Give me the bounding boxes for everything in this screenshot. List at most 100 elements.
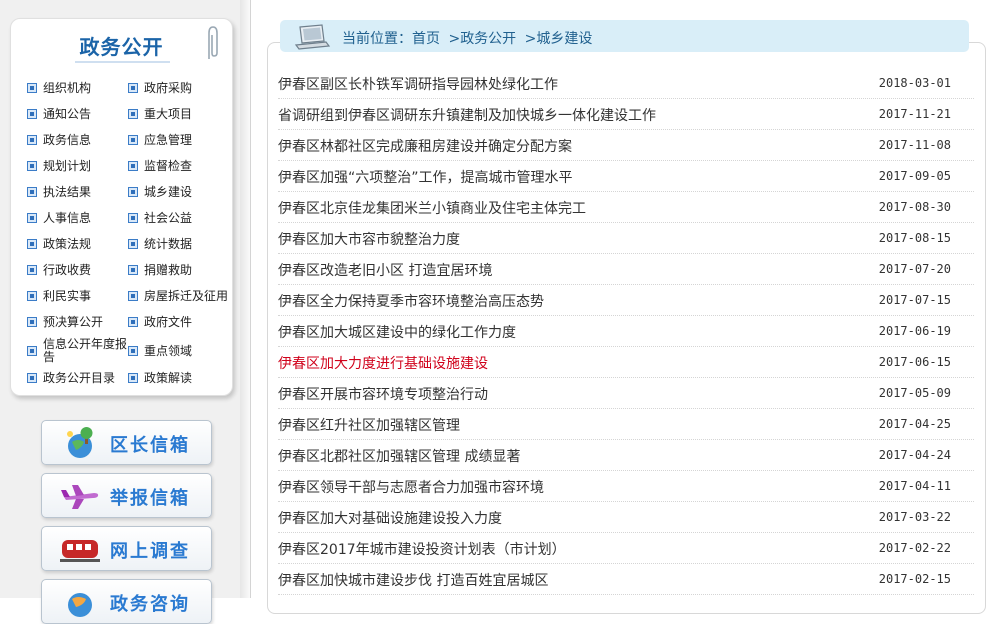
news-title[interactable]: 伊春区加大城区建设中的绿化工作力度 bbox=[278, 322, 516, 342]
sidebar-item-supervision[interactable]: 监督检查 bbox=[128, 156, 192, 176]
sidebar-item-emergency[interactable]: 应急管理 bbox=[128, 130, 192, 150]
list-item[interactable]: 伊春区加强“六项整治”工作，提高城市管理水平 2017-09-05 bbox=[278, 160, 974, 192]
report-mailbox-button[interactable]: 举报信箱 bbox=[41, 473, 212, 518]
square-bullet-icon bbox=[27, 291, 37, 301]
sidebar-item-annual-report[interactable]: 信息公开年度报告 bbox=[27, 338, 129, 364]
sidebar-item-gov-documents[interactable]: 政府文件 bbox=[128, 312, 192, 332]
square-bullet-icon bbox=[27, 83, 37, 93]
mayor-mailbox-button[interactable]: 区长信箱 bbox=[41, 420, 212, 465]
list-item[interactable]: 伊春区红升社区加强辖区管理 2017-04-25 bbox=[278, 408, 974, 440]
news-title[interactable]: 伊春区加大市容市貌整治力度 bbox=[278, 229, 460, 249]
news-title[interactable]: 伊春区改造老旧小区 打造宜居环境 bbox=[278, 260, 492, 280]
sidebar-item-key-areas[interactable]: 重点领域 bbox=[128, 341, 192, 361]
square-bullet-icon bbox=[128, 213, 138, 223]
news-title[interactable]: 伊春区领导干部与志愿者合力加强市容环境 bbox=[278, 477, 544, 497]
sidebar-item-gov-info[interactable]: 政务信息 bbox=[27, 130, 91, 150]
breadcrumb-gov-affairs[interactable]: 政务公开 bbox=[460, 28, 516, 48]
news-title[interactable]: 伊春区北京佳龙集团米兰小镇商业及住宅主体完工 bbox=[278, 198, 586, 218]
news-title[interactable]: 伊春区全力保持夏季市容环境整治高压态势 bbox=[278, 291, 544, 311]
news-title[interactable]: 省调研组到伊春区调研东升镇建制及加快城乡一体化建设工作 bbox=[278, 105, 656, 125]
sidebar-item-fees[interactable]: 行政收费 bbox=[27, 260, 91, 280]
list-item[interactable]: 伊春区副区长朴铁军调研指导园林处绿化工作 2018-03-01 bbox=[278, 67, 974, 99]
square-bullet-icon bbox=[128, 317, 138, 327]
square-bullet-icon bbox=[128, 161, 138, 171]
sidebar-item-major-projects[interactable]: 重大项目 bbox=[128, 104, 192, 124]
button-label: 政务咨询 bbox=[110, 594, 190, 615]
sidebar-item-enforcement[interactable]: 执法结果 bbox=[27, 182, 91, 202]
sidebar-item-statistics[interactable]: 统计数据 bbox=[128, 234, 192, 254]
breadcrumb-home[interactable]: 首页 bbox=[412, 28, 440, 48]
airplane-icon bbox=[61, 485, 99, 509]
sidebar-item-livelihood[interactable]: 利民实事 bbox=[27, 286, 91, 306]
globe-tree-icon bbox=[67, 427, 93, 458]
sidebar-item-notices[interactable]: 通知公告 bbox=[27, 104, 91, 124]
sidebar-item-urban-rural[interactable]: 城乡建设 bbox=[128, 182, 192, 202]
list-item[interactable]: 伊春区开展市容环境专项整治行动 2017-05-09 bbox=[278, 377, 974, 409]
news-date: 2017-04-25 bbox=[878, 417, 951, 431]
news-title[interactable]: 伊春区副区长朴铁军调研指导园林处绿化工作 bbox=[278, 74, 558, 94]
list-item[interactable]: 伊春区改造老旧小区 打造宜居环境 2017-07-20 bbox=[278, 253, 974, 285]
list-item[interactable]: 伊春区北京佳龙集团米兰小镇商业及住宅主体完工 2017-08-30 bbox=[278, 191, 974, 223]
news-title[interactable]: 伊春区加大力度进行基础设施建设 bbox=[278, 353, 488, 373]
list-item[interactable]: 伊春区北郡社区加强辖区管理 成绩显著 2017-04-24 bbox=[278, 439, 974, 471]
square-bullet-icon bbox=[27, 239, 37, 249]
square-bullet-icon bbox=[128, 373, 138, 383]
button-label: 网上调查 bbox=[110, 541, 190, 562]
sidebar-item-demolition[interactable]: 房屋拆迁及征用 bbox=[128, 286, 228, 306]
train-icon bbox=[60, 540, 100, 562]
list-item[interactable]: 伊春区领导干部与志愿者合力加强市容环境 2017-04-11 bbox=[278, 470, 974, 502]
square-bullet-icon bbox=[27, 135, 37, 145]
breadcrumb-urban-rural[interactable]: 城乡建设 bbox=[536, 28, 592, 48]
news-date: 2017-04-11 bbox=[878, 479, 951, 493]
title-underline bbox=[75, 61, 170, 63]
news-date: 2017-11-21 bbox=[878, 107, 951, 121]
sidebar-item-catalog[interactable]: 政务公开目录 bbox=[27, 368, 115, 388]
sidebar-item-policies[interactable]: 政策法规 bbox=[27, 234, 91, 254]
news-title[interactable]: 伊春区红升社区加强辖区管理 bbox=[278, 415, 460, 435]
news-title[interactable]: 伊春区2017年城市建设投资计划表（市计划） bbox=[278, 539, 566, 559]
list-item[interactable]: 伊春区林都社区完成廉租房建设并确定分配方案 2017-11-08 bbox=[278, 129, 974, 161]
news-date: 2017-05-09 bbox=[878, 386, 951, 400]
list-item[interactable]: 伊春区全力保持夏季市容环境整治高压态势 2017-07-15 bbox=[278, 284, 974, 316]
list-item[interactable]: 伊春区2017年城市建设投资计划表（市计划） 2017-02-22 bbox=[278, 532, 974, 564]
list-item[interactable]: 伊春区加大城区建设中的绿化工作力度 2017-06-19 bbox=[278, 315, 974, 347]
sidebar-item-donation[interactable]: 捐赠救助 bbox=[128, 260, 192, 280]
list-item[interactable]: 省调研组到伊春区调研东升镇建制及加快城乡一体化建设工作 2017-11-21 bbox=[278, 98, 974, 130]
news-title[interactable]: 伊春区北郡社区加强辖区管理 成绩显著 bbox=[278, 446, 520, 466]
list-item[interactable]: 伊春区加快城市建设步伐 打造百姓宜居城区 2017-02-15 bbox=[278, 563, 974, 595]
square-bullet-icon bbox=[128, 109, 138, 119]
sidebar-item-personnel[interactable]: 人事信息 bbox=[27, 208, 91, 228]
news-date: 2017-06-15 bbox=[878, 355, 951, 369]
sidebar-item-org[interactable]: 组织机构 bbox=[27, 78, 91, 98]
list-item[interactable]: 伊春区加大力度进行基础设施建设 2017-06-15 bbox=[278, 346, 974, 378]
square-bullet-icon bbox=[128, 187, 138, 197]
square-bullet-icon bbox=[27, 317, 37, 327]
news-title[interactable]: 伊春区加大对基础设施建设投入力度 bbox=[278, 508, 502, 528]
news-date: 2017-08-30 bbox=[878, 200, 951, 214]
news-date: 2017-04-24 bbox=[878, 448, 951, 462]
sidebar-item-procurement[interactable]: 政府采购 bbox=[128, 78, 192, 98]
square-bullet-icon bbox=[128, 83, 138, 93]
square-bullet-icon bbox=[128, 239, 138, 249]
news-title[interactable]: 伊春区林都社区完成廉租房建设并确定分配方案 bbox=[278, 136, 572, 156]
square-bullet-icon bbox=[27, 109, 37, 119]
square-bullet-icon bbox=[128, 291, 138, 301]
list-item[interactable]: 伊春区加大市容市貌整治力度 2017-08-15 bbox=[278, 222, 974, 254]
online-survey-button[interactable]: 网上调查 bbox=[41, 526, 212, 571]
list-item[interactable]: 伊春区加大对基础设施建设投入力度 2017-03-22 bbox=[278, 501, 974, 533]
sidebar-item-planning[interactable]: 规划计划 bbox=[27, 156, 91, 176]
square-bullet-icon bbox=[27, 346, 37, 356]
sidebar-item-budget[interactable]: 预决算公开 bbox=[27, 312, 103, 332]
sidebar-item-public-welfare[interactable]: 社会公益 bbox=[128, 208, 192, 228]
news-date: 2017-08-15 bbox=[878, 231, 951, 245]
news-title[interactable]: 伊春区加强“六项整治”工作，提高城市管理水平 bbox=[278, 167, 573, 187]
consultation-button[interactable]: 政务咨询 bbox=[41, 579, 212, 624]
sidebar-item-policy-interpretation[interactable]: 政策解读 bbox=[128, 368, 192, 388]
news-title[interactable]: 伊春区加快城市建设步伐 打造百姓宜居城区 bbox=[278, 570, 548, 590]
square-bullet-icon bbox=[128, 135, 138, 145]
breadcrumb-prefix: 当前位置： bbox=[342, 31, 412, 47]
news-title[interactable]: 伊春区开展市容环境专项整治行动 bbox=[278, 384, 488, 404]
square-bullet-icon bbox=[27, 161, 37, 171]
news-date: 2017-11-08 bbox=[878, 138, 951, 152]
gov-affairs-panel: 政务公开 组织机构 政府采购 通知公告 重大项目 政务信息 应急管理 规划计划 … bbox=[10, 18, 233, 396]
